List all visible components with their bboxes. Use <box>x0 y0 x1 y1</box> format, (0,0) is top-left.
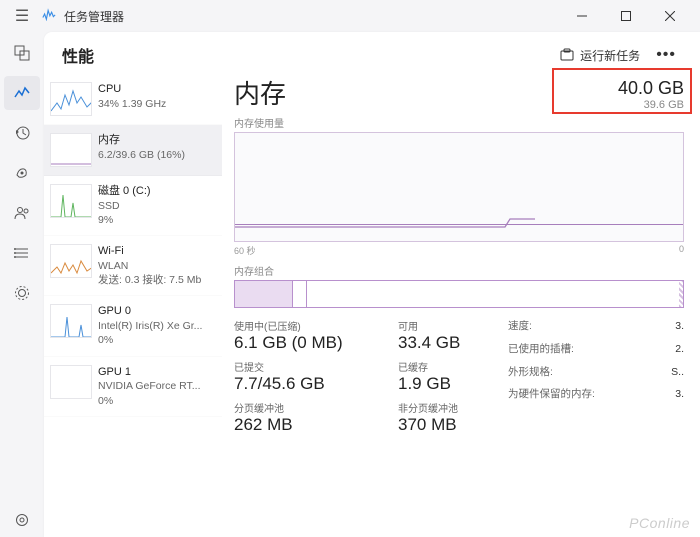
list-sub: 34% 1.39 GHz <box>98 97 166 111</box>
close-button[interactable] <box>648 1 692 31</box>
list-item-cpu[interactable]: CPU34% 1.39 GHz <box>44 74 222 125</box>
meta-value: 3. <box>675 386 684 403</box>
rail-details[interactable] <box>4 236 40 270</box>
list-label: 磁盘 0 (C:) <box>98 184 151 199</box>
gpu1-sparkline <box>50 365 92 399</box>
stat-value: 370 MB <box>398 415 494 435</box>
rail-users[interactable] <box>4 196 40 230</box>
stat-label: 可用 <box>398 318 494 333</box>
list-label: CPU <box>98 82 166 97</box>
rail-history[interactable] <box>4 116 40 150</box>
page-title: 性能 <box>62 43 94 67</box>
composition-bar <box>234 280 684 308</box>
list-sub: WLAN <box>98 259 201 273</box>
more-button[interactable]: ••• <box>648 42 684 68</box>
content-panel: 性能 运行新任务 ••• CPU34% 1.39 GHz 内存6.2/39.6 … <box>44 32 700 537</box>
meta-value: S.. <box>671 364 684 381</box>
stat-value: 1.9 GB <box>398 374 494 394</box>
mem-total: 40.0 GB <box>618 78 684 99</box>
list-item-wifi[interactable]: Wi-FiWLAN发送: 0.3 接收: 7.5 Mb <box>44 236 222 296</box>
stat-value: 7.7/45.6 GB <box>234 374 384 394</box>
list-label: 内存 <box>98 133 185 148</box>
list-sub: 0% <box>98 394 201 408</box>
rail-services[interactable] <box>4 276 40 310</box>
list-sub: 0% <box>98 333 202 347</box>
list-sub: 发送: 0.3 接收: 7.5 Mb <box>98 273 201 287</box>
resource-list: CPU34% 1.39 GHz 内存6.2/39.6 GB (16%) 磁盘 0… <box>44 74 222 537</box>
list-label: GPU 1 <box>98 365 201 380</box>
app-icon <box>42 7 58 26</box>
usage-graph <box>234 132 684 242</box>
stat-label: 分页缓冲池 <box>234 400 384 415</box>
list-sub: Intel(R) Iris(R) Xe Gr... <box>98 319 202 333</box>
titlebar: ☰ 任务管理器 <box>0 0 700 32</box>
axis-left: 60 秒 <box>234 244 256 257</box>
rail-settings[interactable] <box>4 503 40 537</box>
stat-label: 已缓存 <box>398 359 494 374</box>
mem-available-top: 39.6 GB <box>618 99 684 111</box>
list-sub: 6.2/39.6 GB (16%) <box>98 148 185 162</box>
detail-panel: 内存 40.0 GB 39.6 GB 内存使用量 60 秒 0 内存组合 <box>222 74 700 537</box>
stats-grid: 使用中(已压缩)6.1 GB (0 MB) 已提交7.7/45.6 GB 分页缓… <box>234 318 684 435</box>
list-item-disk[interactable]: 磁盘 0 (C:)SSD9% <box>44 176 222 236</box>
list-label: Wi-Fi <box>98 244 201 259</box>
rail-processes[interactable] <box>4 36 40 70</box>
run-new-task-button[interactable]: 运行新任务 <box>552 43 648 68</box>
meta-label: 速度: <box>508 318 532 335</box>
axis-right: 0 <box>679 244 684 257</box>
run-task-icon <box>560 48 574 62</box>
run-task-label: 运行新任务 <box>580 47 640 64</box>
composition-label: 内存组合 <box>234 263 684 278</box>
list-sub: 9% <box>98 213 151 227</box>
gpu0-sparkline <box>50 304 92 338</box>
wifi-sparkline <box>50 244 92 278</box>
detail-title: 内存 <box>234 74 286 111</box>
meta-value: 3. <box>675 318 684 335</box>
stat-value: 262 MB <box>234 415 384 435</box>
app-title: 任务管理器 <box>64 8 124 25</box>
stat-label: 非分页缓冲池 <box>398 400 494 415</box>
stat-value: 33.4 GB <box>398 333 494 353</box>
stat-value: 6.1 GB (0 MB) <box>234 333 384 353</box>
meta-label: 为硬件保留的内存: <box>508 386 595 403</box>
list-item-gpu0[interactable]: GPU 0Intel(R) Iris(R) Xe Gr...0% <box>44 296 222 356</box>
maximize-button[interactable] <box>604 1 648 31</box>
meta-label: 外形规格: <box>508 364 553 381</box>
rail-startup[interactable] <box>4 156 40 190</box>
stat-label: 已提交 <box>234 359 384 374</box>
list-sub: NVIDIA GeForce RT... <box>98 379 201 393</box>
rail-performance[interactable] <box>4 76 40 110</box>
disk-sparkline <box>50 184 92 218</box>
usage-graph-label: 内存使用量 <box>234 115 684 130</box>
stat-label: 使用中(已压缩) <box>234 318 384 333</box>
minimize-button[interactable] <box>560 1 604 31</box>
meta-value: 2. <box>675 341 684 358</box>
list-label: GPU 0 <box>98 304 202 319</box>
hamburger-button[interactable]: ☰ <box>8 6 36 26</box>
nav-rail <box>0 32 44 537</box>
list-sub: SSD <box>98 199 151 213</box>
list-item-gpu1[interactable]: GPU 1NVIDIA GeForce RT...0% <box>44 357 222 417</box>
list-item-memory[interactable]: 内存6.2/39.6 GB (16%) <box>44 125 222 176</box>
meta-label: 已使用的插槽: <box>508 341 574 358</box>
memory-sparkline <box>50 133 92 167</box>
cpu-sparkline <box>50 82 92 116</box>
